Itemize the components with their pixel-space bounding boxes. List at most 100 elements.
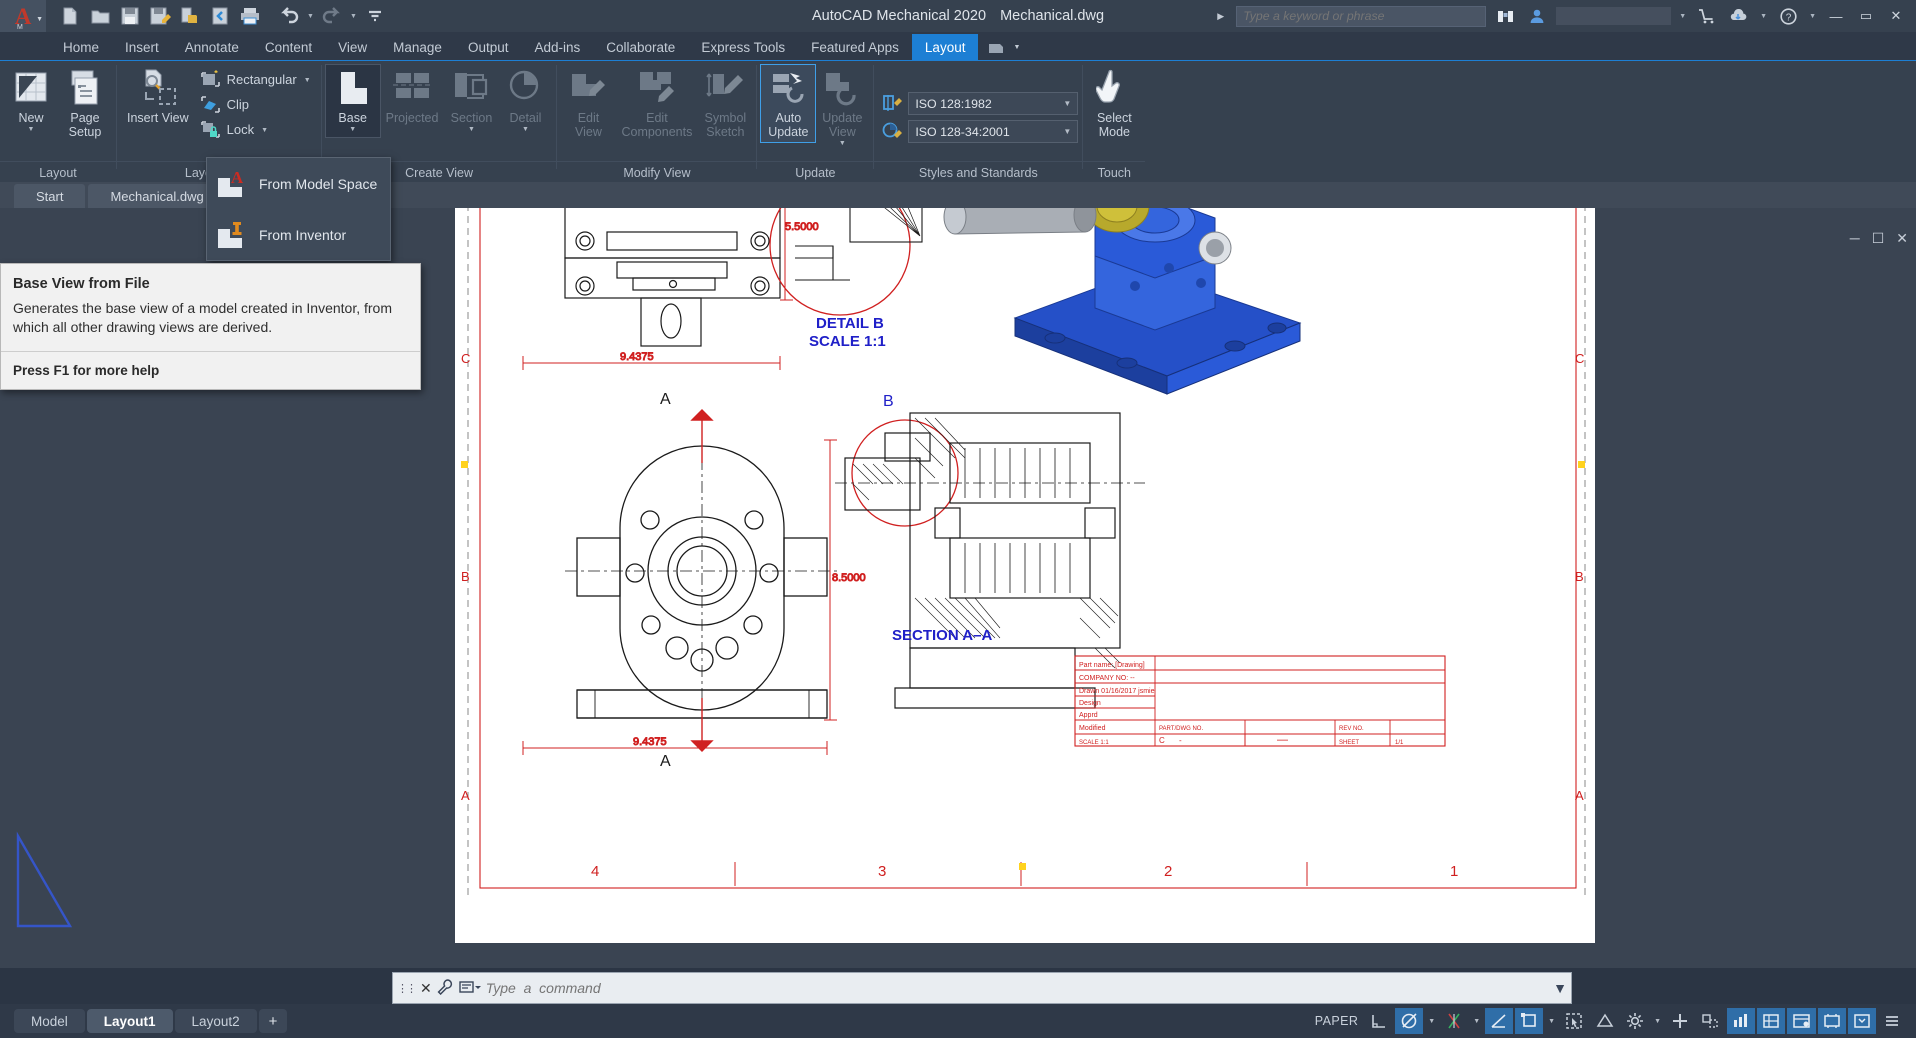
selection-cycling-icon[interactable] xyxy=(1560,1008,1589,1034)
ribbon-tab-express-tools[interactable]: Express Tools xyxy=(688,34,798,60)
layout-tab-layout1[interactable]: Layout1 xyxy=(87,1009,173,1033)
object-snap-icon[interactable] xyxy=(1440,1008,1468,1034)
paper-space-label[interactable]: PAPER xyxy=(1310,1008,1363,1034)
print-icon[interactable] xyxy=(236,3,264,29)
ribbon-tab-collaborate[interactable]: Collaborate xyxy=(593,34,688,60)
layout-tab-layout2[interactable]: Layout2 xyxy=(175,1009,257,1033)
undo-icon[interactable] xyxy=(275,3,303,29)
user-account-icon[interactable] xyxy=(1524,3,1550,29)
osnap-tracking-icon[interactable] xyxy=(1485,1008,1513,1034)
drawing-close-button[interactable]: ✕ xyxy=(1896,230,1908,247)
layout-tools-icon[interactable] xyxy=(1787,1008,1816,1034)
close-button[interactable]: ✕ xyxy=(1884,0,1908,32)
chevron-down-icon[interactable]: ▼ xyxy=(36,16,43,23)
customization-icon[interactable] xyxy=(1878,1008,1906,1034)
viewport-scale-icon[interactable] xyxy=(1727,1008,1755,1034)
dynamic-ucs-icon[interactable] xyxy=(1515,1008,1543,1034)
command-history-icon[interactable] xyxy=(459,979,481,998)
chevron-down-icon[interactable]: ▼ xyxy=(1470,1018,1483,1025)
chevron-down-icon[interactable]: ▼ xyxy=(1063,127,1071,136)
customization-add-icon[interactable] xyxy=(1666,1008,1694,1034)
binoculars-icon[interactable] xyxy=(1492,3,1518,29)
chevron-down-icon[interactable]: ▼ xyxy=(304,77,311,84)
menu-item-from-inventor[interactable]: From Inventor xyxy=(207,209,390,260)
annotation-visibility-icon[interactable] xyxy=(1591,1008,1619,1034)
chevron-down-icon[interactable]: ▼ xyxy=(1063,99,1071,108)
drawing-restore-button[interactable]: ☐ xyxy=(1872,230,1885,247)
user-name-field[interactable] xyxy=(1556,7,1671,25)
cloud-chevron-icon[interactable]: ▼ xyxy=(1758,13,1769,20)
ribbon-tab-featured-apps[interactable]: Featured Apps xyxy=(798,34,912,60)
new-layout-button[interactable]: New ▼ xyxy=(4,65,58,137)
command-line[interactable]: ⋮⋮ ✕ ▼ xyxy=(392,972,1572,1004)
menu-item-from-model-space[interactable]: A From Model Space xyxy=(207,158,390,209)
account-chevron-icon[interactable]: ▼ xyxy=(1677,13,1688,20)
ribbon-tab-addins[interactable]: Add-ins xyxy=(521,34,593,60)
drafting-standard-combo[interactable]: ISO 128:1982 ▼ xyxy=(908,92,1078,115)
redo-icon[interactable] xyxy=(318,3,346,29)
chevron-down-icon[interactable]: ▼ xyxy=(468,126,475,134)
symbol-sketch-button[interactable]: Symbol Sketch xyxy=(698,65,752,142)
chevron-down-icon[interactable]: ▼ xyxy=(1013,44,1020,51)
workspace-gear-icon[interactable] xyxy=(1621,1008,1649,1034)
save-as-icon[interactable] xyxy=(146,3,174,29)
edit-components-button[interactable]: Edit Components xyxy=(615,65,698,142)
insert-view-button[interactable]: Insert View xyxy=(121,65,195,128)
lock-viewport-button[interactable]: Lock ▼ xyxy=(195,117,317,142)
chevron-down-icon[interactable]: ▼ xyxy=(28,126,35,134)
ribbon-tab-home[interactable]: Home xyxy=(50,34,112,60)
wrench-icon[interactable] xyxy=(437,979,454,998)
redo-dropdown-icon[interactable]: ▼ xyxy=(348,13,359,20)
view-style-combo[interactable]: ISO 128-34:2001 ▼ xyxy=(908,120,1078,143)
ribbon-panel-overflow-icon[interactable]: ▼ xyxy=(978,34,1030,60)
application-menu-button[interactable]: A M ▼ xyxy=(0,0,46,32)
undo-dropdown-icon[interactable]: ▼ xyxy=(305,13,316,20)
chevron-down-icon[interactable]: ▼ xyxy=(349,126,356,134)
layout-tab-model[interactable]: Model xyxy=(14,1009,85,1033)
help-chevron-icon[interactable]: ▼ xyxy=(1807,13,1818,20)
chevron-down-icon[interactable]: ▼ xyxy=(1425,1018,1438,1025)
select-mode-button[interactable]: Select Mode xyxy=(1087,65,1141,142)
update-view-button[interactable]: Update View ▼ xyxy=(815,65,869,151)
ribbon-tab-insert[interactable]: Insert xyxy=(112,34,172,60)
chevron-down-icon[interactable]: ▼ xyxy=(522,126,529,134)
chevron-down-icon[interactable]: ▼ xyxy=(261,127,268,134)
file-tab-start[interactable]: Start xyxy=(14,184,85,208)
rectangular-viewport-button[interactable]: Rectangular ▼ xyxy=(195,67,317,92)
clip-viewport-button[interactable]: Clip xyxy=(195,92,317,117)
hardware-accel-icon[interactable] xyxy=(1818,1008,1846,1034)
drawing-minimize-button[interactable]: ─ xyxy=(1850,230,1860,247)
close-icon[interactable]: ✕ xyxy=(420,980,432,997)
drag-grip-icon[interactable]: ⋮⋮ xyxy=(397,982,415,995)
help-icon[interactable]: ? xyxy=(1775,3,1801,29)
cloud-icon[interactable] xyxy=(1726,3,1752,29)
annotation-scale-icon[interactable] xyxy=(1757,1008,1785,1034)
page-setup-button[interactable]: Page Setup xyxy=(58,65,112,142)
drawing-sheet[interactable]: C B A C B A 4 3 2 1 xyxy=(455,208,1595,943)
new-file-icon[interactable] xyxy=(56,3,84,29)
section-view-button[interactable]: Section ▼ xyxy=(444,65,498,137)
detail-view-button[interactable]: Detail ▼ xyxy=(498,65,552,137)
sheetset-icon[interactable] xyxy=(206,3,234,29)
search-input[interactable] xyxy=(1243,9,1479,23)
ribbon-tab-output[interactable]: Output xyxy=(455,34,522,60)
projected-view-button[interactable]: Projected xyxy=(380,65,445,128)
ribbon-tab-content[interactable]: Content xyxy=(252,34,325,60)
minimize-button[interactable]: — xyxy=(1824,0,1848,32)
cleanscreen-icon[interactable] xyxy=(1848,1008,1876,1034)
infocenter-search[interactable] xyxy=(1236,6,1486,27)
base-view-button[interactable]: Base ▼ xyxy=(326,65,380,137)
polar-tracking-icon[interactable] xyxy=(1395,1008,1423,1034)
export-icon[interactable] xyxy=(176,3,204,29)
ribbon-tab-manage[interactable]: Manage xyxy=(380,34,455,60)
customize-qat-icon[interactable] xyxy=(361,3,389,29)
search-expand-icon[interactable]: ▶ xyxy=(1217,11,1224,22)
ribbon-tab-view[interactable]: View xyxy=(325,34,380,60)
add-layout-button[interactable]: + xyxy=(259,1009,288,1033)
save-icon[interactable] xyxy=(116,3,144,29)
isolate-objects-icon[interactable] xyxy=(1696,1008,1725,1034)
edit-view-button[interactable]: Edit View xyxy=(561,65,615,142)
chevron-down-icon[interactable]: ▼ xyxy=(839,140,846,148)
open-file-icon[interactable] xyxy=(86,3,114,29)
ribbon-tab-layout[interactable]: Layout xyxy=(912,34,979,60)
